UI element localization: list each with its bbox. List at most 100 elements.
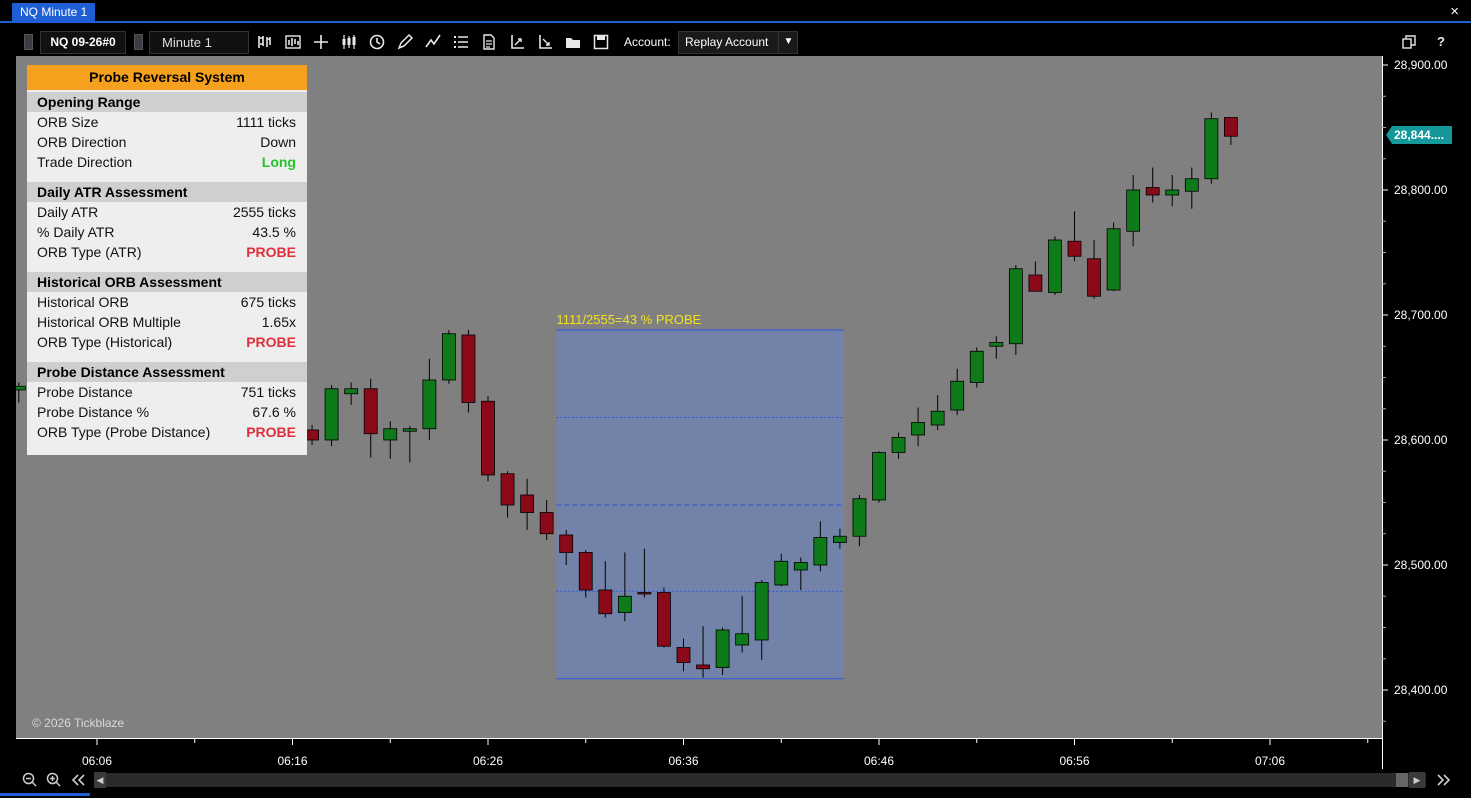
candle[interactable] <box>657 592 671 647</box>
candle[interactable] <box>383 428 398 441</box>
candle[interactable] <box>16 385 26 391</box>
row-label: Trade Direction <box>37 154 133 170</box>
candle[interactable] <box>1067 240 1082 257</box>
close-button[interactable]: × <box>1450 2 1459 21</box>
scroll-end-icon[interactable] <box>1435 771 1453 793</box>
candle[interactable] <box>1224 117 1238 137</box>
folder-icon[interactable] <box>564 33 582 51</box>
row-label: ORB Type (Historical) <box>37 334 173 350</box>
save-icon[interactable] <box>592 33 610 51</box>
bar-type-icon[interactable] <box>256 33 274 51</box>
candle[interactable] <box>559 534 574 553</box>
x-tick-label: 06:46 <box>864 754 894 768</box>
zoom-in-icon[interactable] <box>46 771 62 793</box>
candle[interactable] <box>1165 189 1180 196</box>
candle[interactable] <box>989 342 1004 347</box>
candle[interactable] <box>441 333 456 381</box>
panel-row: ORB Type (Historical) PROBE <box>27 332 307 352</box>
candle[interactable] <box>598 589 613 615</box>
zoom-out-icon[interactable] <box>22 771 38 793</box>
row-label: % Daily ATR <box>37 224 115 240</box>
candle[interactable] <box>930 410 945 426</box>
candlestick-icon[interactable] <box>340 33 358 51</box>
scroll-start-icon[interactable] <box>70 771 86 793</box>
candle[interactable] <box>813 537 828 566</box>
scroll-left-arrow-icon[interactable]: ◀ <box>94 772 106 788</box>
symbol-selector[interactable]: NQ 09-26#0 <box>40 31 126 54</box>
candle[interactable] <box>305 429 319 441</box>
row-value: Down <box>260 134 296 150</box>
x-tick-label: 06:36 <box>668 754 698 768</box>
candle[interactable] <box>911 422 925 436</box>
scroll-right-arrow-icon[interactable]: ▶ <box>1409 772 1425 788</box>
drawing-icon[interactable] <box>424 33 442 51</box>
time-axis[interactable] <box>16 738 1382 769</box>
chart-style-icon[interactable] <box>284 33 302 51</box>
symbol-link-icon[interactable] <box>24 34 33 50</box>
chevron-down-icon[interactable]: ▼ <box>778 31 798 54</box>
chart-window: NQ Minute 1 × NQ 09-26#0 Minute 1 Accoun… <box>0 0 1471 798</box>
document-icon[interactable] <box>480 33 498 51</box>
row-value: 1111 ticks <box>236 114 296 130</box>
candle[interactable] <box>402 428 417 432</box>
candle[interactable] <box>852 498 867 537</box>
candle[interactable] <box>950 380 965 411</box>
candle[interactable] <box>774 560 789 586</box>
candle[interactable] <box>696 664 710 670</box>
candle[interactable] <box>872 452 886 501</box>
candle[interactable] <box>1048 239 1062 293</box>
candle[interactable] <box>1008 268 1023 345</box>
candle[interactable] <box>715 629 730 668</box>
row-label: Probe Distance <box>37 384 133 400</box>
panel-row: Probe Distance % 67.6 % <box>27 402 307 422</box>
list-icon[interactable] <box>452 33 470 51</box>
candle[interactable] <box>637 592 652 595</box>
candle[interactable] <box>1106 228 1121 291</box>
row-value: PROBE <box>246 424 296 440</box>
axis-down-icon[interactable] <box>536 33 554 51</box>
candle[interactable] <box>481 400 495 476</box>
price-axis[interactable] <box>1382 56 1461 769</box>
pencil-icon[interactable] <box>396 33 414 51</box>
candle[interactable] <box>676 647 691 663</box>
candle[interactable] <box>793 562 808 571</box>
candle[interactable] <box>1087 258 1101 297</box>
candle[interactable] <box>422 379 437 430</box>
interval-selector[interactable]: Minute 1 <box>149 31 249 54</box>
clock-icon[interactable] <box>368 33 386 51</box>
candle[interactable] <box>833 535 847 543</box>
row-label: Daily ATR <box>37 204 99 220</box>
candle[interactable] <box>344 388 359 395</box>
candle[interactable] <box>617 595 632 613</box>
candle[interactable] <box>735 633 750 646</box>
scrollbar-thumb[interactable] <box>1396 773 1408 787</box>
candle[interactable] <box>363 388 378 435</box>
candle[interactable] <box>969 350 984 383</box>
interval-link-icon[interactable] <box>134 34 143 50</box>
candle[interactable] <box>1204 118 1219 180</box>
row-value: 1.65x <box>261 314 296 330</box>
candle[interactable] <box>578 552 593 591</box>
candle[interactable] <box>754 582 769 641</box>
candle[interactable] <box>891 437 906 453</box>
crosshair-icon[interactable] <box>312 33 330 51</box>
candle[interactable] <box>324 388 339 441</box>
panel-section: Opening Range ORB Size 1111 ticks ORB Direc… <box>27 92 307 172</box>
axis-up-icon[interactable] <box>508 33 526 51</box>
candle[interactable] <box>1028 274 1043 292</box>
help-icon[interactable]: ? <box>1432 33 1450 51</box>
copy-icon[interactable] <box>1400 33 1418 51</box>
candle[interactable] <box>1184 178 1199 192</box>
row-label: ORB Type (Probe Distance) <box>37 424 211 440</box>
section-heading: Opening Range <box>27 92 307 112</box>
candle[interactable] <box>500 473 515 506</box>
window-title-tab[interactable]: NQ Minute 1 <box>12 3 96 22</box>
candle[interactable] <box>461 334 476 403</box>
candle[interactable] <box>539 512 554 535</box>
candle[interactable] <box>1126 189 1141 232</box>
x-tick-label: 06:06 <box>82 754 112 768</box>
candle[interactable] <box>520 494 535 513</box>
candle[interactable] <box>1145 187 1160 196</box>
horizontal-scrollbar[interactable] <box>106 773 1426 787</box>
